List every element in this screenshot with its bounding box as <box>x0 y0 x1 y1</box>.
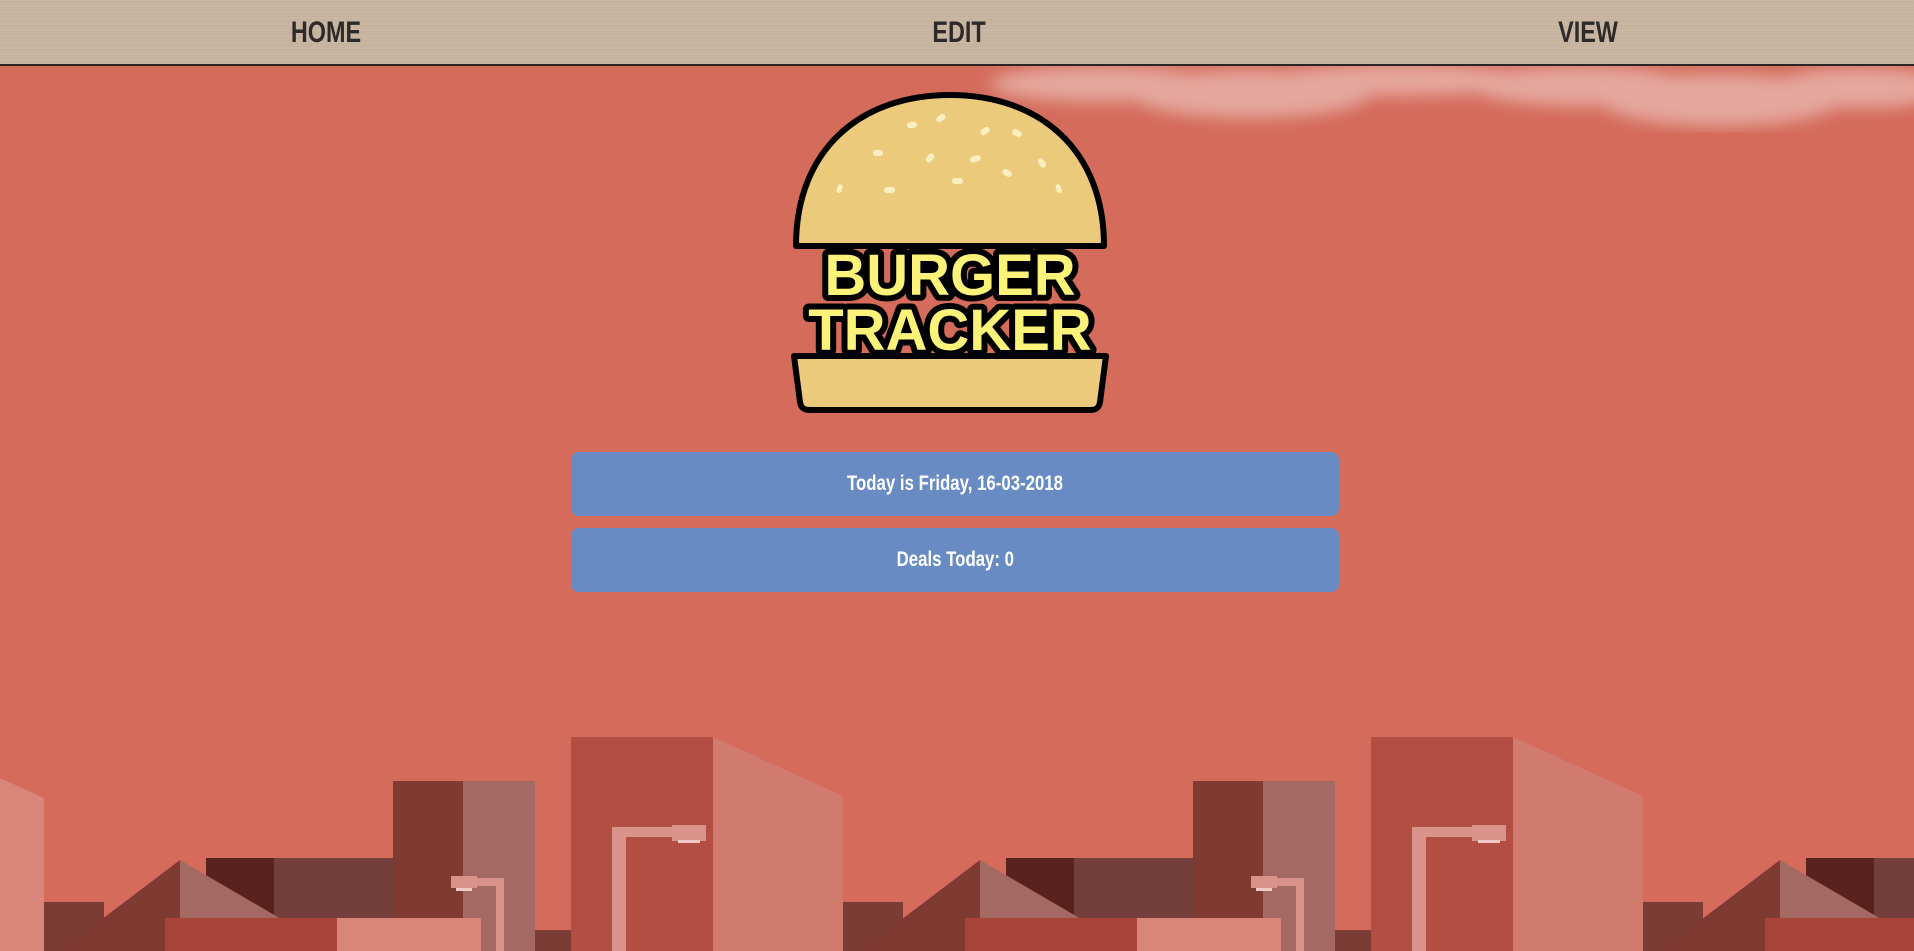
date-panel: Today is Friday, 16-03-2018 <box>571 452 1339 516</box>
logo-text: BURGER TRACKER <box>808 243 1092 363</box>
burger-tracker-logo: BURGER TRACKER BURGER TRACKER <box>791 92 1109 413</box>
city-skyline-illustration <box>0 737 1914 951</box>
top-navbar: HOME EDIT VIEW <box>0 0 1914 66</box>
deals-panel: Deals Today: 0 <box>571 528 1339 592</box>
nav-edit-link[interactable]: EDIT <box>881 0 1037 66</box>
bottom-bun <box>791 353 1109 413</box>
top-bun <box>793 92 1107 249</box>
logo-line2: TRACKER <box>808 298 1092 363</box>
date-text: Today is Friday, 16-03-2018 <box>846 472 1064 495</box>
deals-count-text: Deals Today: 0 <box>896 548 1014 571</box>
nav-view-link[interactable]: VIEW <box>1510 0 1666 66</box>
skyline-left <box>0 737 843 951</box>
nav-home-link[interactable]: HOME <box>248 0 404 66</box>
skyline-right <box>843 737 1914 951</box>
